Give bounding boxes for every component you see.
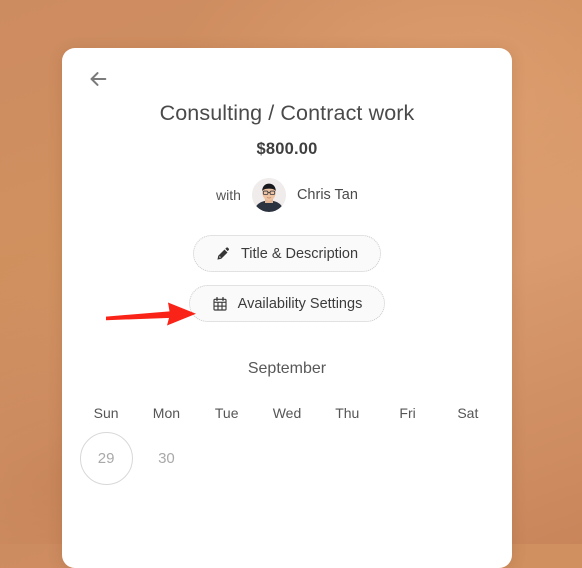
calendar-day-cell[interactable]: 30 xyxy=(136,429,196,487)
weekday-header-fri: Fri xyxy=(399,405,416,421)
calendar-day[interactable]: 29 xyxy=(79,431,133,485)
calendar-day-cell[interactable]: 29 xyxy=(76,429,136,487)
host-row: with Chris Tan xyxy=(62,178,512,212)
weekday-header-mon: Mon xyxy=(152,405,181,421)
availability-settings-button[interactable]: Availability Settings xyxy=(188,285,386,322)
calendar-day-cell xyxy=(438,429,498,487)
booking-card: Consulting / Contract work $800.00 with xyxy=(62,48,512,568)
calendar-day-cell xyxy=(257,429,317,487)
page-title: Consulting / Contract work xyxy=(159,101,415,125)
avatar xyxy=(251,178,286,212)
weekday-header-sun: Sun xyxy=(93,405,119,421)
price-label: $800.00 xyxy=(256,140,318,158)
host-name: Chris Tan xyxy=(296,187,358,203)
calendar-day[interactable]: 30 xyxy=(140,432,193,485)
weekday-header-wed: Wed xyxy=(272,405,302,421)
weekday-header-sat: Sat xyxy=(457,405,479,421)
calendar: September Sun Mon Tue Wed Thu Fri Sat 29… xyxy=(62,360,512,487)
title-and-description-label: Title & Description xyxy=(240,245,359,262)
back-button[interactable] xyxy=(76,59,120,99)
title-and-description-button[interactable]: Title & Description xyxy=(192,235,382,272)
with-label: with xyxy=(216,187,241,203)
calendar-grid: Sun Mon Tue Wed Thu Fri Sat 29 30 xyxy=(76,405,498,487)
calendar-day-cell xyxy=(317,429,377,487)
pencil-icon xyxy=(216,246,231,261)
arrow-left-icon xyxy=(87,68,109,90)
weekday-header-thu: Thu xyxy=(335,405,360,421)
availability-settings-label: Availability Settings xyxy=(237,295,363,312)
calendar-month-label: September xyxy=(247,360,327,377)
calendar-day-cell xyxy=(197,429,257,487)
calendar-icon xyxy=(212,296,228,312)
weekday-header-tue: Tue xyxy=(214,405,239,421)
action-buttons: Title & Description Availability Setting… xyxy=(62,235,512,322)
calendar-day-cell xyxy=(377,429,437,487)
